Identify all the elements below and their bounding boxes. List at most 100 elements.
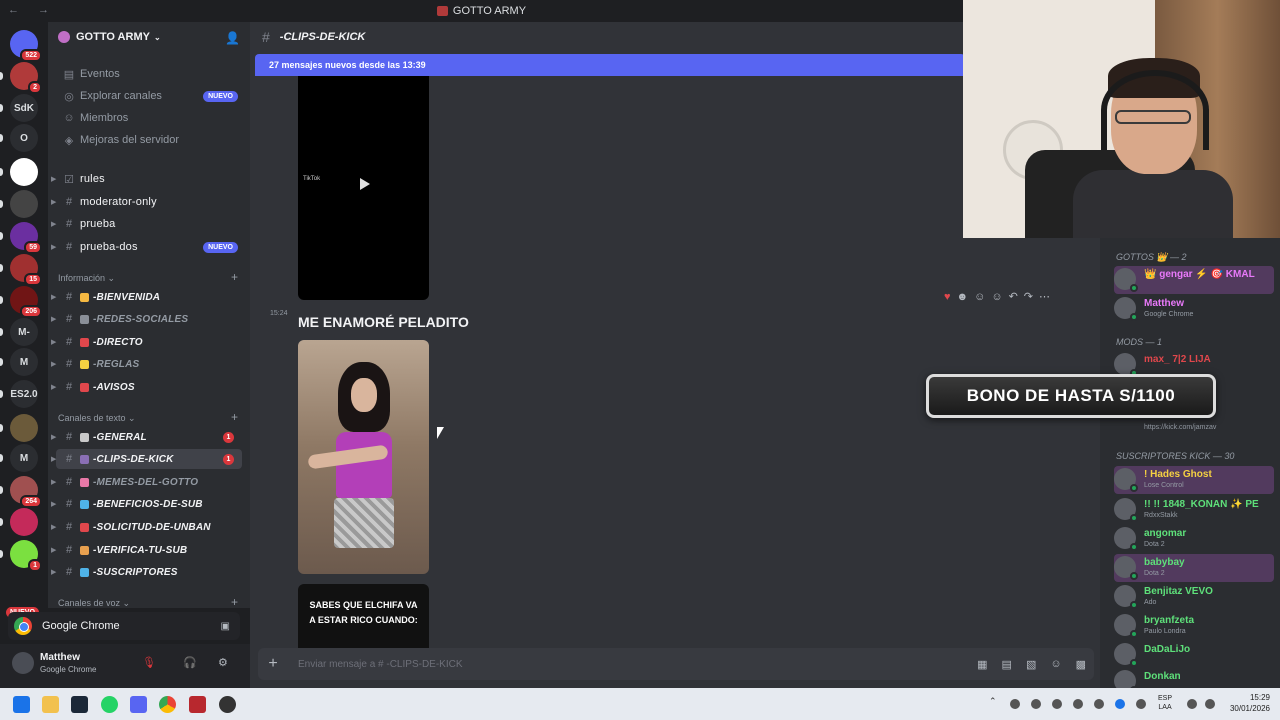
server-icon[interactable]: M- (10, 318, 38, 346)
server-icon[interactable]: M (10, 348, 38, 376)
server-icon[interactable] (10, 190, 38, 218)
sticker-icon[interactable]: ▧ (1026, 658, 1036, 671)
add-reaction-icon[interactable]: ☺ (991, 291, 1002, 303)
server-icon[interactable]: O (10, 124, 38, 152)
obs-icon[interactable] (219, 696, 236, 713)
server-icon[interactable]: 1 (10, 540, 42, 572)
channel-item[interactable]: ▶ # -MEMES-DEL-GOTTO (51, 472, 242, 492)
forward-icon[interactable]: ↷ (1024, 290, 1033, 303)
channel-item[interactable]: ▶ # -REGLAS (51, 354, 242, 374)
channel-item[interactable]: ▶ # prueba-dos NUEVO (51, 237, 242, 257)
tray-overflow-icon[interactable]: ⌃ (989, 696, 999, 706)
channel-item[interactable]: ▶ # -VERIFICA-TU-SUB (51, 540, 242, 560)
add-channel-icon[interactable]: + (231, 410, 238, 424)
emoji-icon[interactable]: ☺ (1050, 658, 1061, 671)
mic-muted-icon[interactable]: 🎙 (142, 656, 156, 669)
chrome-taskbar-icon[interactable] (159, 696, 176, 713)
sidebar-item[interactable]: ☺ Miembros (56, 108, 242, 128)
sidebar-item[interactable]: ◎ Explorar canales NUEVO (56, 86, 242, 106)
sidebar-item[interactable]: ◈ Mejoras del servidor (56, 130, 242, 150)
server-icon[interactable] (10, 414, 38, 442)
tray-app-icon[interactable] (1094, 699, 1104, 709)
server-icon[interactable]: ES2.0 (10, 380, 38, 408)
file-explorer-icon[interactable] (42, 696, 59, 713)
member-item[interactable]: ! Hades Ghost Lose Control (1114, 466, 1274, 494)
member-item[interactable]: 👑 gengar ⚡ 🎯 KMAL (1114, 266, 1274, 294)
member-item[interactable]: Donkan (1114, 668, 1274, 688)
invite-icon[interactable]: 👤 (225, 31, 240, 45)
channel-item[interactable]: ▶ # -CLIPS-DE-KICK 1 (51, 449, 242, 469)
channel-item[interactable]: ▶ # -BENEFICIOS-DE-SUB (51, 494, 242, 514)
home-icon[interactable]: 522 (10, 30, 42, 62)
member-item[interactable]: !! !! 1848_KONAN ✨ PE RdxxStakk (1114, 496, 1274, 524)
reply-icon[interactable]: ↶ (1009, 290, 1018, 303)
settings-gear-icon[interactable]: ⚙ (218, 656, 228, 669)
channel-item[interactable]: ▶ # -SOLICITUD-DE-UNBAN (51, 517, 242, 537)
server-header[interactable]: GOTTO ARMY ⌄ 👤 (48, 22, 250, 52)
deafen-icon[interactable]: 🎧 (183, 656, 197, 669)
member-item[interactable]: DaDaLiJo (1114, 641, 1274, 669)
channel-item[interactable]: ▶ # moderator-only (51, 192, 242, 212)
whatsapp-icon[interactable] (101, 696, 118, 713)
member-item[interactable]: babybay Dota 2 (1114, 554, 1274, 582)
add-attachment-icon[interactable]: + (258, 655, 288, 673)
server-icon[interactable]: 59 (10, 222, 42, 254)
new-messages-banner[interactable]: 27 mensajes nuevos desde las 13:39 (255, 54, 965, 76)
more-options-icon[interactable]: ⋯ (1039, 290, 1050, 303)
channel-item[interactable]: ▶ ☑ rules (51, 169, 242, 189)
member-item[interactable]: Benjitaz VEVO Ado (1114, 583, 1274, 611)
windows-start-icon[interactable] (13, 696, 30, 713)
channel-item[interactable]: ▶ # prueba (51, 214, 242, 234)
server-icon[interactable] (10, 508, 38, 536)
discord-icon[interactable] (130, 696, 147, 713)
tray-app-icon[interactable] (1010, 699, 1020, 709)
microphone-icon[interactable] (1136, 699, 1146, 709)
server-icon[interactable]: M (10, 444, 38, 472)
avatar[interactable] (12, 652, 34, 674)
add-channel-icon[interactable]: + (231, 595, 238, 608)
wifi-icon[interactable] (1187, 699, 1197, 709)
gift-icon[interactable]: ▦ (977, 658, 987, 671)
channel-item[interactable]: ▶ # -BIENVENIDA (51, 287, 242, 307)
activity-bar[interactable]: Google Chrome ▣ (8, 612, 240, 640)
channel-item[interactable]: ▶ # -AVISOS (51, 377, 242, 397)
message-input[interactable]: + Enviar mensaje a # -CLIPS-DE-KICK ▦ ▤ … (258, 648, 1094, 680)
clock[interactable]: 15:29 30/01/2026 (1224, 692, 1270, 714)
volume-icon[interactable] (1205, 699, 1215, 709)
server-icon[interactable]: 206 (10, 286, 42, 318)
server-icon[interactable]: SdK (10, 94, 38, 122)
bluetooth-icon[interactable] (1115, 699, 1125, 709)
server-icon[interactable]: 264 (10, 476, 42, 508)
video-embed[interactable]: TikTok (298, 76, 429, 300)
add-channel-icon[interactable]: + (231, 270, 238, 284)
member-item[interactable]: bryanfzeta Paulo Londra (1114, 612, 1274, 640)
member-item[interactable]: Matthew Google Chrome (1114, 295, 1274, 323)
member-item[interactable]: angomar Dota 2 (1114, 525, 1274, 553)
channel-item[interactable]: ▶ # -GENERAL 1 (51, 427, 242, 447)
emoji-reaction-icon[interactable]: ☻ (957, 291, 969, 303)
laugh-reaction-icon[interactable]: ☺ (974, 291, 985, 303)
tray-app-icon[interactable] (1073, 699, 1083, 709)
back-forward-icon[interactable]: ← → (8, 4, 57, 16)
category-header[interactable]: Canales de texto ⌄ (58, 413, 136, 424)
category-header[interactable]: Información ⌄ (58, 273, 115, 284)
video-embed[interactable] (298, 340, 429, 574)
language-indicator[interactable]: ESP LAA (1158, 694, 1172, 712)
server-icon[interactable] (10, 158, 38, 186)
sidebar-item[interactable]: ▤ Eventos (56, 64, 242, 84)
play-icon[interactable] (360, 178, 370, 190)
server-icon[interactable]: 15 (10, 254, 42, 286)
screen-share-icon[interactable]: ▣ (221, 621, 230, 632)
category-header[interactable]: Canales de voz ⌄ (58, 598, 130, 608)
channel-item[interactable]: ▶ # -DIRECTO (51, 332, 242, 352)
channel-item[interactable]: ▶ # -SUSCRIPTORES (51, 562, 242, 582)
dota-icon[interactable] (189, 696, 206, 713)
gif-icon[interactable]: ▤ (1002, 658, 1012, 671)
video-embed[interactable]: SABES QUE ELCHIFA VA A ESTAR RICO CUANDO… (298, 584, 429, 654)
tray-app-icon[interactable] (1052, 699, 1062, 709)
server-icon[interactable]: 2 (10, 62, 42, 94)
channel-item[interactable]: ▶ # -REDES-SOCIALES (51, 309, 242, 329)
steam-icon[interactable] (71, 696, 88, 713)
heart-reaction-icon[interactable]: ♥ (944, 291, 951, 303)
apps-icon[interactable]: ▩ (1076, 658, 1086, 671)
